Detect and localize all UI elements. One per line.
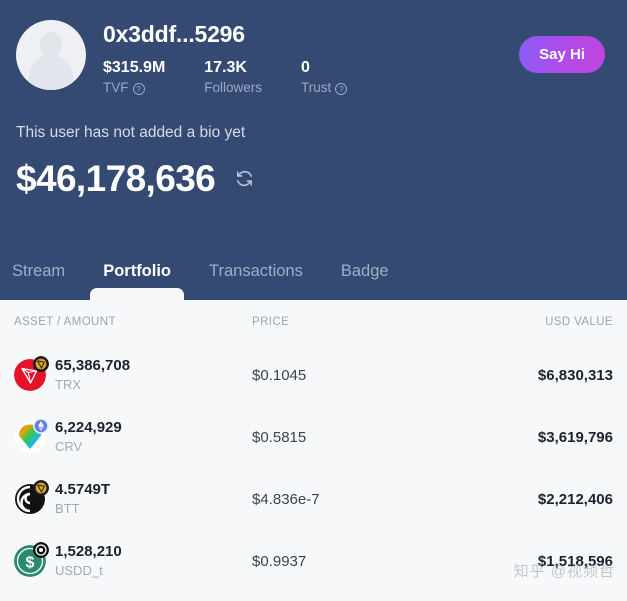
svg-text:$: $ — [26, 554, 35, 571]
stat-trust-label-row: Trust — [301, 79, 348, 98]
asset-amount: 1,528,210 — [55, 542, 122, 560]
tron-chain-badge — [33, 355, 49, 372]
stat-tvf-value: $315.9M — [103, 59, 166, 77]
table-row[interactable]: 6,224,929 CRV $0.5815 $3,619,796 — [0, 406, 627, 468]
price-cell: $4.836e-7 — [252, 490, 320, 508]
table-header-row: ASSET / AMOUNT PRICE USD VALUE — [0, 300, 627, 344]
stat-tvf[interactable]: $315.9M TVF — [103, 58, 165, 98]
usd-value-cell: $1,518,596 — [537, 552, 613, 570]
price-cell: $0.1045 — [252, 366, 307, 384]
profile-tabs: Stream Portfolio Transactions Badge — [0, 262, 627, 301]
portfolio-panel: ASSET / AMOUNT PRICE USD VALUE 65,386,70… — [0, 300, 627, 601]
stat-followers-label-row: Followers — [204, 79, 262, 98]
tab-portfolio[interactable]: Portfolio — [90, 262, 184, 301]
usdd-token-icon: $ — [14, 541, 49, 577]
refresh-icon — [235, 169, 254, 188]
avatar-head-shape — [40, 31, 62, 58]
stat-tvf-label-row: TVF — [103, 79, 165, 98]
stat-followers-value: 17.3K — [204, 59, 247, 77]
price-cell: $0.5815 — [252, 428, 307, 446]
stat-followers-label: Followers — [204, 80, 263, 96]
avatar[interactable] — [16, 20, 86, 90]
column-header-asset: ASSET / AMOUNT — [14, 316, 116, 328]
column-header-price: PRICE — [252, 316, 290, 328]
asset-cell: 6,224,929 CRV — [14, 417, 252, 456]
asset-amount: 65,386,708 — [55, 356, 131, 374]
ethereum-chain-badge — [33, 417, 49, 434]
refresh-button[interactable] — [231, 165, 258, 192]
asset-cell: 65,386,708 TRX — [14, 355, 252, 394]
profile-page: 0x3ddf...5296 $315.9M TVF 17.3K Follower… — [0, 0, 627, 601]
tab-stream[interactable]: Stream — [12, 262, 65, 300]
asset-symbol: CRV — [55, 438, 83, 454]
tron-token-icon — [14, 355, 49, 391]
stat-tvf-label: TVF — [103, 80, 129, 96]
asset-cell: 4.5749T BTT — [14, 479, 252, 518]
help-circle-icon[interactable] — [132, 82, 145, 95]
price-cell: $0.9937 — [252, 552, 307, 570]
asset-amount: 4.5749T — [55, 480, 111, 498]
bittorrent-token-icon — [14, 479, 49, 515]
stat-trust[interactable]: 0 Trust — [301, 58, 348, 98]
table-row[interactable]: $ 1,528,210 USDD_t $0.9937 $1,518,596 — [0, 530, 627, 592]
stat-followers[interactable]: 17.3K Followers — [204, 58, 262, 98]
usd-value-cell: $2,212,406 — [537, 490, 613, 508]
asset-amount: 6,224,929 — [55, 418, 122, 436]
curve-token-icon — [14, 417, 49, 453]
tab-badge[interactable]: Badge — [341, 262, 389, 300]
asset-text: 6,224,929 CRV — [55, 419, 122, 456]
avatar-body-shape — [29, 55, 73, 90]
net-worth-row: $46,178,636 — [16, 160, 611, 197]
say-hi-button[interactable]: Say Hi — [519, 36, 605, 73]
tron-chain-badge — [33, 479, 49, 496]
asset-symbol: BTT — [55, 500, 80, 516]
asset-text: 65,386,708 TRX — [55, 357, 130, 394]
profile-bio: This user has not added a bio yet — [16, 124, 246, 142]
asset-symbol: USDD_t — [55, 562, 103, 578]
stat-trust-label: Trust — [301, 80, 332, 96]
table-row[interactable]: 4.5749T BTT $4.836e-7 $2,212,406 — [0, 468, 627, 530]
usd-value-cell: $6,830,313 — [537, 366, 613, 384]
dark-chain-badge — [33, 541, 49, 558]
asset-symbol: TRX — [55, 376, 81, 392]
asset-cell: $ 1,528,210 USDD_t — [14, 541, 252, 580]
asset-text: 1,528,210 USDD_t — [55, 543, 122, 580]
net-worth-value: $46,178,636 — [16, 158, 216, 200]
help-circle-icon[interactable] — [335, 82, 348, 95]
asset-text: 4.5749T BTT — [55, 481, 110, 518]
table-row[interactable]: 65,386,708 TRX $0.1045 $6,830,313 — [0, 344, 627, 406]
usd-value-cell: $3,619,796 — [537, 428, 613, 446]
stat-trust-value: 0 — [301, 59, 310, 77]
tab-transactions[interactable]: Transactions — [209, 262, 303, 300]
profile-header: 0x3ddf...5296 $315.9M TVF 17.3K Follower… — [0, 0, 627, 301]
column-header-usd-value: USD VALUE — [545, 316, 613, 328]
